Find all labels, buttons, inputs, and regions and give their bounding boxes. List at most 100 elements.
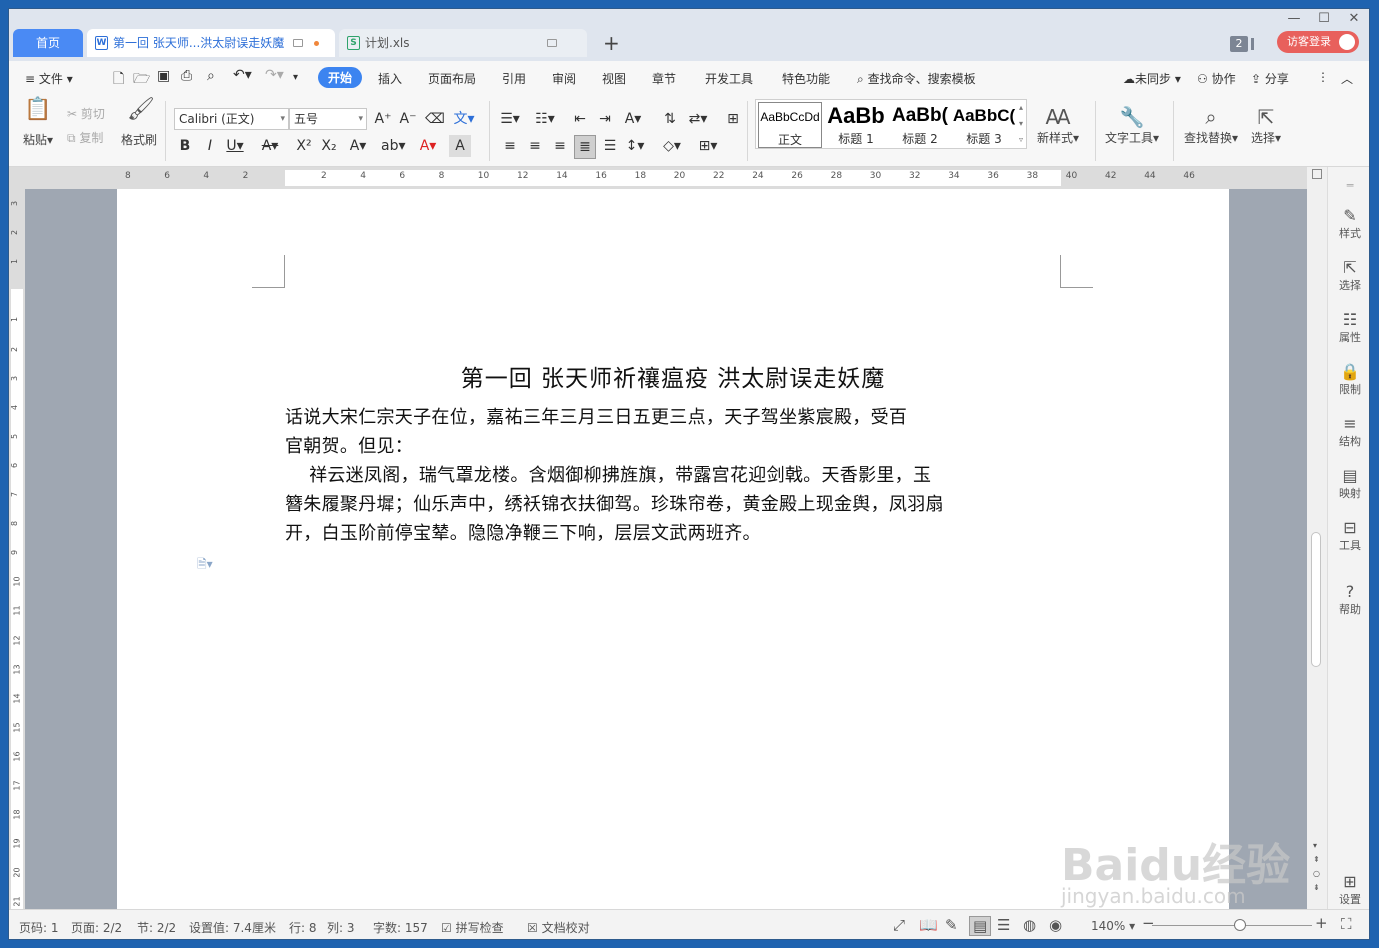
select-button[interactable]: ⇱ 选择▾ [1251,105,1281,146]
page-nav-icons[interactable]: ▾ ⇞ ○ ⇟ [1313,839,1320,895]
status-word-count[interactable]: 字数: 157 [373,919,428,936]
style-normal[interactable]: AaBbCcDd 正文 [758,102,822,148]
style-heading-1[interactable]: AaBb 标题 1 [824,102,888,148]
redo-icon[interactable]: ↷▾ [265,67,284,83]
print-icon[interactable]: ⎙ [181,68,192,84]
show-marks-icon[interactable]: ⇄▾ [687,108,709,130]
zoom-slider-knob[interactable] [1234,919,1246,931]
fit-page-icon[interactable]: ⛶ [1341,915,1352,933]
shrink-font-icon[interactable]: A⁻ [397,108,419,130]
outline-view-icon[interactable]: ☰ [997,916,1010,934]
tab-chapter[interactable]: 章节 [652,70,676,87]
monitor-icon[interactable] [547,39,557,47]
font-color-icon[interactable]: A▾ [417,135,439,157]
zoom-slider[interactable] [1152,925,1312,926]
new-doc-icon[interactable]: 🗋 [113,68,124,92]
minimize-button[interactable]: — [1279,9,1309,29]
paste-button[interactable]: 粘贴▾ [23,131,53,148]
vertical-ruler[interactable]: 3 2 1 1 2 3 4 5 6 7 8 9 10 11 12 13 14 15 16 17 18 19 20 21 [9,189,25,909]
collab-button[interactable]: ⚇ 协作 [1197,70,1236,87]
layout-icon[interactable] [1251,38,1254,50]
cut-button[interactable]: ✂ 剪切 [67,105,105,122]
format-painter-button[interactable]: 格式刷 [121,131,157,148]
reading-mode-icon[interactable]: 📖 [919,916,938,934]
paragraph-line[interactable]: 簪朱履聚丹墀；仙乐声中，绣袄锦衣扶御驾。珍珠帘卷，黄金殿上现金舆，凤羽扇 [285,490,944,519]
maximize-button[interactable]: ☐ [1309,9,1339,29]
paste-icon[interactable]: 📋 [23,97,53,122]
close-button[interactable]: ✕ [1339,9,1369,29]
guest-login-button[interactable]: 访客登录 [1277,31,1359,53]
format-painter-icon[interactable]: 🖌 [127,97,155,122]
tab-document[interactable]: W 第一回 张天师...洪太尉误走妖魔 [87,29,335,57]
paragraph-line[interactable]: 祥云迷凤阁，瑞气罩龙楼。含烟御柳拂旌旗，带露宫花迎剑戟。天香影里，玉 [285,461,931,490]
tab-page-layout[interactable]: 页面布局 [428,70,476,87]
tab-home[interactable]: 首页 [13,29,83,57]
file-menu[interactable]: ≡ 文件 ▾ [25,70,73,87]
numbering-icon[interactable]: ☷▾ [534,108,556,130]
window-count-badge[interactable]: 2 [1230,36,1248,52]
font-name-select[interactable]: Calibri (正文) [174,108,289,130]
text-direction-icon[interactable]: A▾ [622,108,644,130]
new-tab-button[interactable]: + [603,31,620,55]
subscript-icon[interactable]: X₂ [318,135,340,157]
pane-styles[interactable]: ✎ 样式 [1328,207,1369,241]
status-setting-value[interactable]: 设置值: 7.4厘米 [189,919,276,936]
command-search[interactable]: ⌕ 查找命令、搜索模板 [857,70,976,87]
pane-mapping[interactable]: ▤ 映射 [1328,467,1369,501]
pane-handle-icon[interactable]: ═ [1328,179,1369,192]
pane-settings[interactable]: ⊞ 设置 [1328,873,1369,907]
collapse-ribbon-icon[interactable]: ︿ [1341,70,1353,87]
style-scroll-icon[interactable]: ▴ ▾ ▿ [1016,100,1026,148]
pane-help[interactable]: ? 帮助 [1328,583,1369,617]
highlight-icon[interactable]: ab▾ [381,135,406,157]
align-center-icon[interactable]: ≡ [524,135,546,157]
open-folder-icon[interactable]: 🗁 [133,68,150,92]
font-size-select[interactable]: 五号 [289,108,367,130]
tab-view[interactable]: 视图 [602,70,626,87]
pane-tools[interactable]: ⊟ 工具 [1328,519,1369,553]
vertical-scrollbar[interactable]: ▾ ⇞ ○ ⇟ [1307,167,1327,909]
tab-review[interactable]: 审阅 [552,70,576,87]
undo-icon[interactable]: ↶▾ [233,67,252,83]
grow-font-icon[interactable]: A⁺ [372,108,394,130]
share-button[interactable]: ⇪ 分享 [1251,70,1289,87]
pane-restrict[interactable]: 🔒 限制 [1328,363,1369,397]
clear-format-icon[interactable]: ⌫ [424,108,446,130]
bullets-icon[interactable]: ☰▾ [499,108,521,130]
increase-indent-icon[interactable]: ⇥ [594,108,616,130]
print-preview-icon[interactable]: ⌕ [207,68,215,84]
status-row[interactable]: 行: 8 [289,919,317,936]
paragraph-line[interactable]: 开，白玉阶前停宝辇。隐隐净鞭三下响，层层文武两班齐。 [285,519,761,548]
text-effect-icon[interactable]: A▾ [347,135,369,157]
monitor-icon[interactable] [293,39,303,47]
save-icon[interactable]: ▣ [157,68,170,84]
paragraph-line[interactable]: 官朝贺。但见： [285,432,413,461]
tab-spreadsheet[interactable]: S 计划.xls [339,29,587,57]
style-heading-2[interactable]: AaBb( 标题 2 [888,102,952,148]
distribute-icon[interactable]: ☰ [599,135,621,157]
text-tools-button[interactable]: 🔧 文字工具▾ [1105,105,1159,146]
find-replace-button[interactable]: ⌕ 查找替换▾ [1184,105,1238,146]
align-right-icon[interactable]: ≡ [549,135,571,157]
web-view-icon[interactable]: ◍ [1023,916,1036,934]
zoom-level[interactable]: 140% ▾ [1091,919,1135,933]
italic-icon[interactable]: I [199,135,221,157]
fullscreen-icon[interactable]: ⤢ [893,916,905,934]
borders-icon[interactable]: ⊞▾ [697,135,719,157]
sync-button[interactable]: ☁未同步 ▾ [1123,70,1181,87]
edit-mode-icon[interactable]: ✎ [945,916,958,934]
pane-properties[interactable]: ☷ 属性 [1328,311,1369,345]
underline-icon[interactable]: U▾ [224,135,246,157]
page-view-icon[interactable]: ▤ [969,916,992,936]
zoom-in-icon[interactable]: + [1315,914,1328,932]
copy-button[interactable]: ⧉ 复制 [67,129,103,146]
status-section[interactable]: 节: 2/2 [137,919,176,936]
status-column[interactable]: 列: 3 [327,919,355,936]
align-left-icon[interactable]: ≡ [499,135,521,157]
strikethrough-icon[interactable]: A▾ [259,135,281,157]
char-shading-icon[interactable]: A [449,135,471,157]
doc-proof-button[interactable]: ☒ 文档校对 [527,919,590,936]
new-style-button[interactable]: Ꜳ 新样式▾ [1037,105,1079,146]
status-page-number[interactable]: 页码: 1 [19,919,59,936]
eye-protection-icon[interactable]: ◉ [1049,916,1062,934]
